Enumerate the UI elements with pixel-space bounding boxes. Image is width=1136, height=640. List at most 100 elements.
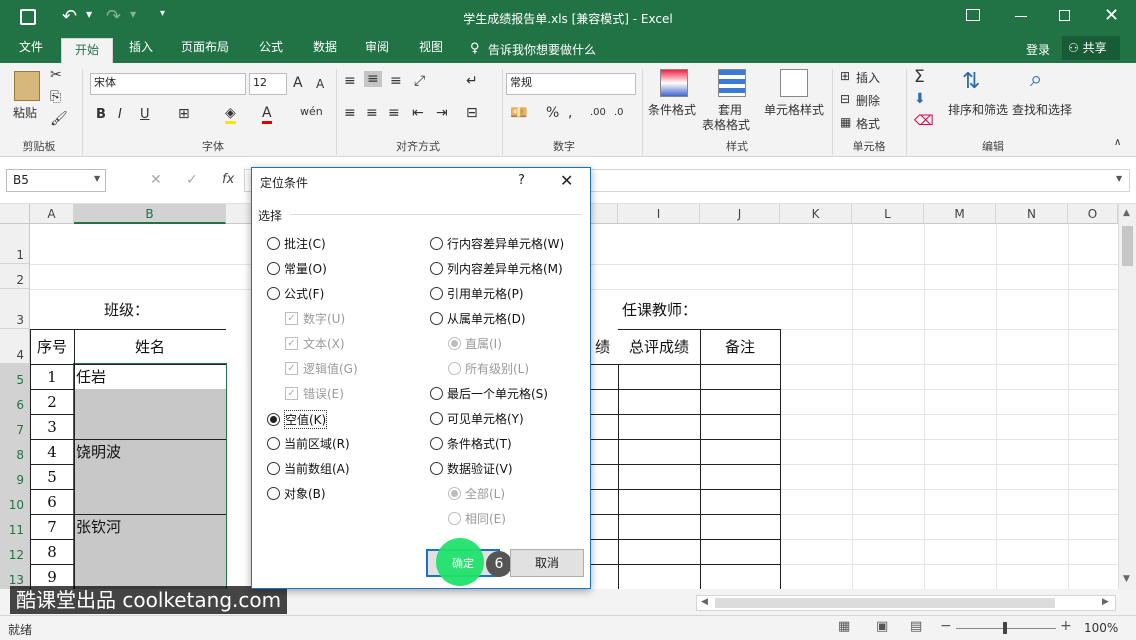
- page-layout-view-icon[interactable]: ▣: [876, 619, 888, 634]
- find-select-icon[interactable]: ⌕: [1030, 67, 1042, 92]
- close-icon[interactable]: ✕: [1104, 5, 1119, 26]
- seq-cell[interactable]: 8: [30, 539, 74, 564]
- cancel-entry-icon[interactable]: ✕: [150, 172, 162, 188]
- tab-data[interactable]: 数据: [302, 36, 348, 63]
- underline-button[interactable]: U: [140, 107, 150, 122]
- confirm-entry-icon[interactable]: ✓: [186, 172, 198, 188]
- borders-icon[interactable]: ⊞: [178, 106, 190, 122]
- option-last-cell[interactable]: 最后一个单元格(S): [430, 385, 548, 402]
- checkbox-text[interactable]: ✓ 文本(X): [285, 335, 345, 352]
- insert-cells-button[interactable]: 插入: [856, 69, 880, 86]
- dialog-help-button[interactable]: ?: [518, 173, 525, 188]
- checkbox-logicals[interactable]: ✓ 逻辑值(G): [285, 360, 358, 377]
- tab-file[interactable]: 文件: [6, 36, 56, 63]
- zoom-in-icon[interactable]: +: [1060, 618, 1072, 634]
- tell-me-search[interactable]: 告诉我你想要做什么: [488, 41, 596, 58]
- cancel-button[interactable]: 取消: [510, 549, 584, 577]
- format-as-table-line2[interactable]: 表格格式: [702, 116, 750, 133]
- row-header[interactable]: 9: [0, 464, 30, 489]
- option-constants[interactable]: 常量(O): [267, 260, 327, 277]
- orientation-icon[interactable]: ⤢: [414, 73, 425, 89]
- option-all[interactable]: 全部(L): [448, 485, 505, 502]
- option-current-region[interactable]: 当前区域(R): [267, 435, 350, 452]
- row-header[interactable]: 1: [0, 224, 30, 264]
- find-select-button[interactable]: 查找和选择: [1012, 101, 1072, 118]
- fill-color-icon[interactable]: ◈: [225, 105, 236, 124]
- checkbox-errors[interactable]: ✓ 错误(E): [285, 385, 344, 402]
- font-color-button[interactable]: A: [262, 105, 272, 124]
- expand-formula-icon[interactable]: ▼: [1116, 174, 1122, 183]
- name-box[interactable]: B5: [6, 169, 106, 192]
- zoom-out-icon[interactable]: −: [940, 618, 952, 634]
- option-current-array[interactable]: 当前数组(A): [267, 460, 350, 477]
- scroll-thumb[interactable]: [1122, 226, 1133, 266]
- conditional-format-button[interactable]: 条件格式: [648, 101, 696, 118]
- paste-button[interactable]: 粘贴: [13, 104, 37, 121]
- seq-cell[interactable]: 2: [30, 389, 74, 414]
- increase-decimal-icon[interactable]: .00: [590, 107, 606, 118]
- cut-icon[interactable]: ✂: [50, 67, 62, 83]
- format-painter-icon[interactable]: 🖌: [50, 111, 68, 127]
- row-header[interactable]: 7: [0, 414, 30, 439]
- collapse-ribbon-icon[interactable]: ∧: [1114, 137, 1121, 148]
- bold-button[interactable]: B: [96, 107, 106, 122]
- tab-formulas[interactable]: 公式: [248, 36, 294, 63]
- name-box-dropdown-icon[interactable]: ▼: [94, 174, 100, 183]
- align-right-icon[interactable]: ≡: [388, 105, 400, 121]
- ribbon-display-icon[interactable]: [966, 9, 980, 21]
- delete-cells-icon[interactable]: ⊟: [840, 92, 850, 106]
- row-header[interactable]: 5: [0, 364, 30, 389]
- paste-icon[interactable]: [14, 71, 40, 101]
- sort-filter-icon[interactable]: ⇅: [962, 69, 980, 94]
- column-header[interactable]: O: [1068, 204, 1118, 224]
- delete-cells-button[interactable]: 删除: [856, 92, 880, 109]
- decrease-font-icon[interactable]: A: [316, 77, 324, 91]
- option-formulas[interactable]: 公式(F): [267, 285, 324, 302]
- cell-styles-icon[interactable]: [780, 69, 808, 97]
- number-format-select[interactable]: 常规: [506, 73, 636, 95]
- column-header[interactable]: J: [700, 204, 780, 224]
- conditional-format-icon[interactable]: [660, 69, 688, 97]
- page-break-view-icon[interactable]: ▤: [910, 619, 922, 634]
- column-header[interactable]: N: [996, 204, 1068, 224]
- option-comments[interactable]: 批注(C): [267, 235, 326, 252]
- sort-filter-button[interactable]: 排序和筛选: [948, 101, 1008, 118]
- option-objects[interactable]: 对象(B): [267, 485, 326, 502]
- select-all-corner[interactable]: [0, 204, 30, 224]
- merge-center-icon[interactable]: ⊟: [466, 105, 478, 121]
- format-cells-button[interactable]: 格式: [856, 115, 880, 132]
- checkbox-numbers[interactable]: ✓ 数字(U): [285, 310, 345, 327]
- share-button[interactable]: ⚇ 共享: [1062, 36, 1120, 60]
- option-conditional-formats[interactable]: 条件格式(T): [430, 435, 512, 452]
- sign-in-link[interactable]: 登录: [1026, 41, 1050, 58]
- minimize-icon[interactable]: [1015, 16, 1027, 17]
- decrease-decimal-icon[interactable]: .0: [614, 107, 624, 118]
- option-all-levels[interactable]: 所有级别(L): [448, 360, 529, 377]
- dialog-close-icon[interactable]: ✕: [560, 171, 573, 190]
- align-bottom-icon[interactable]: ≡: [390, 73, 402, 89]
- format-cells-icon[interactable]: ▦: [840, 115, 851, 129]
- tab-insert[interactable]: 插入: [116, 36, 166, 63]
- percent-button[interactable]: %: [546, 105, 559, 121]
- tab-view[interactable]: 视图: [408, 36, 454, 63]
- scroll-left-icon[interactable]: ◀: [701, 597, 708, 607]
- option-row-differences[interactable]: 行内容差异单元格(W): [430, 235, 564, 252]
- column-header[interactable]: L: [852, 204, 924, 224]
- cell-styles-button[interactable]: 单元格样式: [764, 101, 824, 118]
- option-precedents[interactable]: 引用单元格(P): [430, 285, 524, 302]
- name-cell-active[interactable]: 任岩: [76, 364, 106, 389]
- insert-function-button[interactable]: fx: [222, 172, 234, 187]
- align-left-icon[interactable]: ≡: [344, 105, 356, 121]
- seq-cell[interactable]: 4: [30, 439, 74, 464]
- option-visible-cells[interactable]: 可见单元格(Y): [430, 410, 524, 427]
- row-header[interactable]: 4: [0, 329, 30, 364]
- row-header[interactable]: 8: [0, 439, 30, 464]
- option-direct-only[interactable]: 直属(I): [448, 335, 502, 352]
- increase-indent-icon[interactable]: ⇥: [436, 105, 448, 121]
- name-cell[interactable]: 张钦河: [76, 514, 121, 539]
- maximize-icon[interactable]: [1059, 10, 1070, 21]
- comma-icon[interactable]: ,: [568, 105, 572, 121]
- row-header[interactable]: 11: [0, 514, 30, 539]
- column-header[interactable]: K: [780, 204, 852, 224]
- row-header[interactable]: 2: [0, 264, 30, 289]
